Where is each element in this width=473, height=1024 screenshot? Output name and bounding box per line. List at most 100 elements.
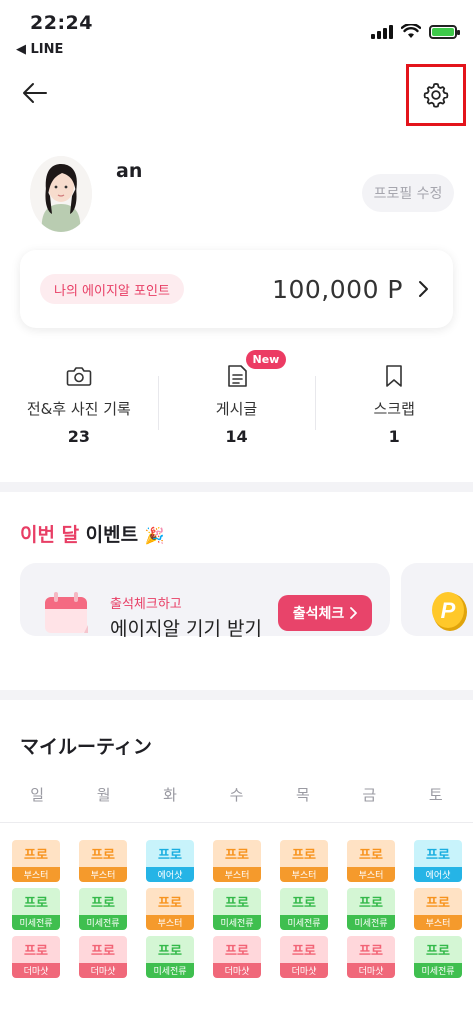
stat-posts[interactable]: New 게시글 14 [157, 350, 316, 446]
weekday-label: 화 [163, 786, 177, 804]
routine-tag-top: 프로 [347, 888, 395, 915]
stat-label: 스크랩 [373, 400, 415, 418]
calendar-icon [45, 592, 88, 633]
routine-tag-label: 미세전류 [146, 963, 194, 978]
routine-tag-booster[interactable]: 프로 부스터 [146, 888, 194, 930]
weekday-label: 토 [428, 786, 443, 804]
svg-text:P: P [441, 598, 456, 623]
routine-tag-top: 프로 [213, 840, 261, 867]
routine-tag-booster[interactable]: 프로 부스터 [280, 840, 328, 882]
points-badge: 나의 에이지알 포인트 [40, 274, 184, 304]
username: an [116, 160, 143, 182]
routine-tag-top: 프로 [414, 936, 462, 963]
routine-tag-label: 에어샷 [414, 867, 462, 882]
settings-button[interactable] [406, 64, 466, 126]
routine-tag-booster[interactable]: 프로 부스터 [79, 840, 127, 882]
routine-tag-label: 더마샷 [347, 963, 395, 978]
attendance-button-label: 출석체크 [292, 606, 345, 622]
routine-tag-top: 프로 [146, 936, 194, 963]
weekday-label: 금 [362, 786, 377, 804]
stat-count: 23 [67, 427, 90, 446]
gear-icon [423, 83, 449, 108]
camera-icon [66, 362, 92, 390]
event-title: 에이지알 기기 받기 [110, 618, 262, 640]
new-badge: New [245, 350, 287, 369]
events-title: 이번 달 이벤트 🎉 [20, 520, 165, 547]
routine-tag-micro[interactable]: 프로 미세전류 [12, 888, 60, 930]
routine-tag-top: 프로 [79, 888, 127, 915]
routine-tag-label: 부스터 [213, 867, 261, 882]
routine-tag-booster[interactable]: 프로 부스터 [213, 840, 261, 882]
routine-tag-label: 부스터 [79, 867, 127, 882]
event-card-attendance[interactable]: 출석체크하고 에이지알 기기 받기 출석체크 [20, 563, 390, 640]
routine-tag-top: 프로 [280, 840, 328, 867]
weekday-label: 일 [30, 786, 45, 804]
routine-tag-booster[interactable]: 프로 부스터 [347, 840, 395, 882]
routine-tag-top: 프로 [280, 888, 328, 915]
routine-tag-label: 부스터 [347, 867, 395, 882]
points-value: 100,000 P [272, 274, 403, 304]
battery-icon [429, 24, 460, 39]
routine-divider [0, 822, 473, 823]
routine-tag-top: 프로 [347, 936, 395, 963]
routine-tag-label: 부스터 [12, 867, 60, 882]
stat-scraps[interactable]: 스크랩 1 [315, 356, 473, 446]
avatar[interactable] [30, 156, 92, 232]
routine-tag-booster[interactable]: 프로 부스터 [414, 888, 462, 930]
weekday-header: 일 월 화 수 목 금 토 [0, 784, 473, 805]
weekday-label: 수 [229, 786, 244, 804]
event-subtitle: 출석체크하고 [110, 597, 182, 612]
routine-tag-top: 프로 [213, 888, 261, 915]
routine-tag-label: 미세전류 [12, 915, 60, 930]
routine-tag-booster[interactable]: 프로 부스터 [12, 840, 60, 882]
routine-tag-micro[interactable]: 프로 미세전류 [347, 888, 395, 930]
routine-tag-micro[interactable]: 프로 미세전류 [280, 888, 328, 930]
chevron-right-icon [417, 278, 433, 300]
signal-icon [371, 24, 393, 39]
routine-tag-top: 프로 [12, 936, 60, 963]
routine-tag-air[interactable]: 프로 에어샷 [146, 840, 194, 882]
routine-tag-derma[interactable]: 프로 더마샷 [12, 936, 60, 978]
routine-tag-derma[interactable]: 프로 더마샷 [280, 936, 328, 978]
routine-tag-top: 프로 [79, 840, 127, 867]
routine-tag-micro[interactable]: 프로 미세전류 [79, 888, 127, 930]
bookmark-icon [384, 362, 404, 390]
back-to-app-link[interactable]: ◀ LINE [16, 42, 63, 57]
back-button[interactable] [20, 78, 50, 108]
routine-tag-top: 프로 [79, 936, 127, 963]
routine-tag-label: 부스터 [414, 915, 462, 930]
routine-tag-derma[interactable]: 프로 더마샷 [213, 936, 261, 978]
points-card[interactable]: 나의 에이지알 포인트 100,000 P [20, 250, 453, 328]
routine-tag-top: 프로 [12, 888, 60, 915]
routine-tag-label: 더마샷 [213, 963, 261, 978]
stat-photo-records[interactable]: 전&후 사진 기록 23 [0, 356, 158, 446]
routine-tag-top: 프로 [280, 936, 328, 963]
routine-tag-derma[interactable]: 프로 더마샷 [347, 936, 395, 978]
edit-profile-button[interactable]: 프로필 수정 [362, 174, 454, 212]
party-icon: 🎉 [144, 526, 165, 545]
routine-grid: 프로 부스터 프로 부스터 프로 에어샷 프로 부스터 프로 부스터 프로 부스터 프로 에어샷 프로 미세전… [12, 840, 462, 978]
status-time: 22:24 [30, 12, 93, 34]
routine-tag-label: 미세전류 [280, 915, 328, 930]
routine-tag-label: 더마샷 [79, 963, 127, 978]
status-icons [371, 24, 460, 39]
stats-row: 전&후 사진 기록 23 New 게시글 14 스크랩 1 [0, 350, 473, 446]
routine-tag-top: 프로 [12, 840, 60, 867]
routine-tag-top: 프로 [414, 888, 462, 915]
routine-tag-micro[interactable]: 프로 미세전류 [146, 936, 194, 978]
routine-tag-top: 프로 [146, 888, 194, 915]
routine-tag-air[interactable]: 프로 에어샷 [414, 840, 462, 882]
routine-tag-label: 미세전류 [213, 915, 261, 930]
event-card-points[interactable]: P [401, 563, 473, 636]
routine-tag-micro[interactable]: 프로 미세전류 [213, 888, 261, 930]
routine-tag-label: 더마샷 [12, 963, 60, 978]
routine-tag-label: 미세전류 [79, 915, 127, 930]
routine-title: マイルーティン [20, 736, 152, 758]
routine-tag-label: 부스터 [146, 915, 194, 930]
routine-tag-derma[interactable]: 프로 더마샷 [79, 936, 127, 978]
routine-tag-top: 프로 [213, 936, 261, 963]
routine-tag-micro[interactable]: 프로 미세전류 [414, 936, 462, 978]
attendance-button[interactable]: 출석체크 [278, 595, 372, 631]
document-icon: New [226, 350, 287, 390]
wifi-icon [401, 24, 421, 38]
